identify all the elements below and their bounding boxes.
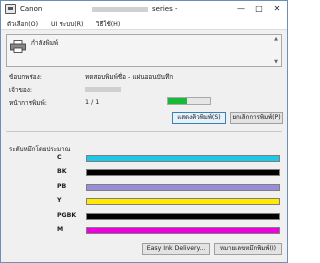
printer-icon [10,40,26,53]
status-message-box: กำลังพิมพ์ ▲ ▼ [6,34,282,67]
scroll-down-icon[interactable]: ▼ [274,59,278,65]
photo-blue-ink-bar [86,183,280,191]
document-label: ข้อบกพร่อง: [9,73,42,81]
status-message: กำลังพิมพ์ [31,39,59,47]
ink-level-heading: ระดับหมึกโดยประมาณ [9,146,71,153]
menu-bar: ตัวเลือก(O) UI ระบบ(R) วิธีใช้(H) [1,18,287,30]
cyan-ink-bar [86,155,280,162]
menu-options[interactable]: ตัวเลือก(O) [7,19,38,29]
title-bar[interactable]: Canon series - — □ ✕ [1,1,287,18]
magenta-ink-bar [86,227,280,234]
window-title-suffix: series - [152,5,178,13]
minimize-icon[interactable]: — [233,3,249,15]
print-page-label: หน้าการพิมพ์: [9,99,47,107]
easy-ink-delivery-button[interactable]: Easy Ink Delivery... [142,243,210,255]
progress-fill [168,98,187,104]
owner-label: เจ้าของ: [9,86,32,94]
owner-value-redacted [85,87,121,92]
ink-details-button[interactable]: หมายเลขหมึกพิมพ์(I) [214,243,282,255]
ink-label-pb: PB [57,182,67,190]
menu-ui-system[interactable]: UI ระบบ(R) [51,19,84,29]
window-title: Canon [20,5,43,13]
printer-app-icon [5,4,16,14]
ink-label-m: M [57,226,64,233]
show-queue-button[interactable]: แสดงคิวพิมพ์(S) [172,112,226,124]
cancel-print-button[interactable]: ยกเลิกการพิมพ์(P) [230,112,283,124]
ink-label-y: Y [57,197,62,205]
maximize-icon[interactable]: □ [251,3,267,15]
menu-help[interactable]: วิธีใช้(H) [96,19,120,29]
ink-label-c: C [57,154,62,161]
ink-label-bk: BK [57,168,67,176]
printer-status-window: Canon series - — □ ✕ ตัวเลือก(O) UI ระบบ… [0,0,288,263]
pigment-black-ink-bar [86,212,280,220]
black-ink-bar [86,169,280,177]
scroll-up-icon[interactable]: ▲ [274,36,278,42]
print-page-value: 1 / 1 [85,98,100,106]
close-icon[interactable]: ✕ [269,3,285,15]
print-progress-bar [167,97,211,105]
ink-label-pgbk: PGBK [57,211,77,219]
redacted-model-name [92,7,148,12]
yellow-ink-bar [86,198,280,206]
document-value: ทดสอบพิมพ์ชื่อ - แผ่นออนบันทึก [85,73,174,81]
section-divider [6,131,282,132]
